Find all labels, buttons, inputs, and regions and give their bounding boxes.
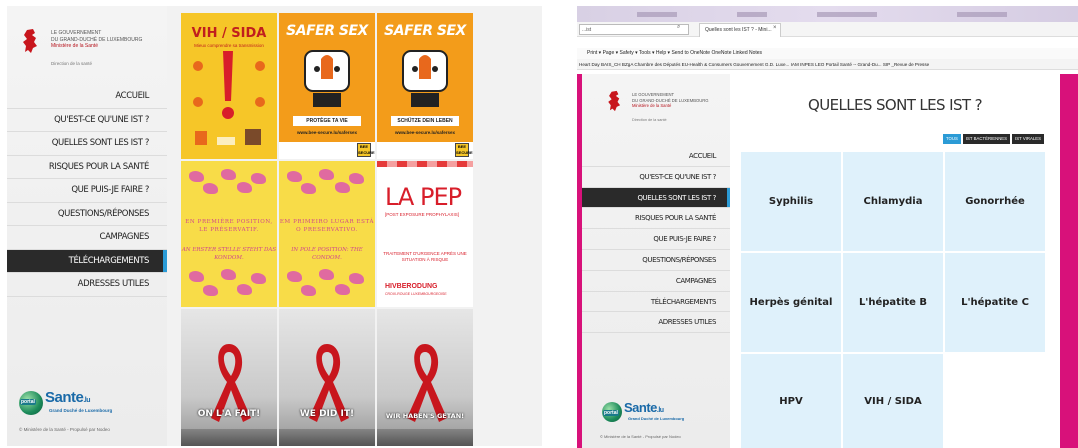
virus-icon [193, 97, 203, 107]
menu-item-risques[interactable]: RISQUES POUR LA SANTÉ [7, 156, 167, 179]
menu-item-adresses[interactable]: ADRESSES UTILES [7, 273, 167, 297]
gov-header[interactable]: LE GOUVERNEMENT DU GRAND-DUCHÉ DE LUXEMB… [606, 90, 726, 130]
filter-ist-bacteriennes[interactable]: IST BACTÉRIENNES [962, 134, 1011, 144]
virus-icon [255, 61, 265, 71]
menu-item-questions[interactable]: QUESTIONS/RÉPONSES [7, 203, 167, 226]
tab-quelles-sont-les-ist[interactable]: Quelles sont les IST ? - Mini... [699, 23, 781, 37]
main-menu: ACCUEIL QU'EST-CE QU'UNE IST ? QUELLES S… [7, 85, 167, 297]
poster-safer-sex-de[interactable]: SAFER SEX SCHÜTZE DEIN LEBEN www.bee-sec… [377, 13, 473, 159]
poster-wir-habens-getan[interactable]: WIR HABEN'S GETAN! [377, 309, 473, 446]
figures-illustration [279, 167, 375, 195]
screenshot: LE GOUVERNEMENT DU GRAND-DUCHÉ DE LUXEMB… [0, 0, 1078, 448]
figures-illustration [279, 267, 375, 296]
menu-item-questions[interactable]: QUESTIONS/RÉPONSES [582, 250, 730, 271]
search-icon[interactable]: ⌕ [677, 24, 680, 31]
favorites-bar[interactable]: Heart Day BAIS_CH BZgA Chambre des Déput… [577, 59, 1078, 70]
sponsor-logos: BEE SECURE [377, 142, 473, 159]
poster-on-la-fait[interactable]: ON L'A FAIT! [181, 309, 277, 446]
downloads-page: LE GOUVERNEMENT DU GRAND-DUCHÉ DE LUXEMB… [7, 6, 542, 446]
virus-icon [193, 61, 203, 71]
address-row: ...ist ⌕ Quelles sont les IST ? - Mini..… [577, 22, 1078, 37]
menu-item-accueil[interactable]: ACCUEIL [7, 85, 167, 109]
filter-tous[interactable]: TOUS [942, 134, 961, 144]
direction-label: Direction de la santé [632, 118, 667, 122]
virus-icon [255, 97, 265, 107]
ist-tile-vih-sida[interactable]: VIH / SIDA [843, 354, 943, 448]
sante-lu-logo[interactable]: portal Sante.lu Grand Duché de Luxembour… [602, 400, 722, 430]
direction-label: Direction de la santé [51, 61, 93, 66]
ist-page: LE GOUVERNEMENT DU GRAND-DUCHÉ DE LUXEMB… [582, 74, 1060, 448]
copyright: © Ministère de la Santé - Propulsé par N… [600, 434, 681, 439]
tab-close-icon[interactable]: × [773, 25, 777, 31]
main-content: QUELLES SONT LES IST ? TOUS IST BACTÉRIE… [730, 74, 1060, 448]
mascot-icon [304, 50, 350, 107]
sidebar: LE GOUVERNEMENT DU GRAND-DUCHÉ DE LUXEMB… [7, 6, 167, 446]
menu-item-campagnes[interactable]: CAMPAGNES [7, 226, 167, 250]
lion-crest-icon [608, 90, 621, 112]
copyright: © Ministère de la Santé - Propulsé par N… [19, 427, 110, 432]
menu-item-quelles-ist[interactable]: QUELLES SONT LES IST ? [582, 187, 730, 209]
ist-tile-syphilis[interactable]: Syphilis [741, 152, 841, 251]
poster-preservatif-fr-de[interactable]: EN PREMIÈRE POSITION, LE PRÉSERVATIF. AN… [181, 161, 277, 307]
menu-item-risques[interactable]: RISQUES POUR LA SANTÉ [582, 208, 730, 230]
page-title: QUELLES SONT LES IST ? [808, 96, 983, 114]
address-bar[interactable]: ...ist [579, 24, 689, 35]
sante-lu-logo[interactable]: portal Sante.lu Grand Duché de Luxembour… [19, 389, 159, 429]
lion-crest-icon [23, 29, 37, 53]
ist-tile-herpes[interactable]: Herpès génital [741, 253, 841, 352]
browser-window: ...ist ⌕ Quelles sont les IST ? - Mini..… [577, 6, 1078, 448]
ist-tile-hpv[interactable]: HPV [741, 354, 841, 448]
menu-item-accueil[interactable]: ACCUEIL [582, 146, 730, 167]
gov-header[interactable]: LE GOUVERNEMENT DU GRAND-DUCHÉ DE LUXEMB… [21, 28, 161, 78]
poster-we-did-it[interactable]: WE DID IT! [279, 309, 375, 446]
figures-illustration [181, 267, 277, 296]
gov-name: LE GOUVERNEMENT DU GRAND-DUCHÉ DE LUXEMB… [51, 30, 143, 49]
filter-ist-virales[interactable]: IST VIRALES [1012, 134, 1044, 144]
mascot-icon [402, 50, 448, 107]
menu-item-telechargements[interactable]: TÉLÉCHARGEMENTS [7, 249, 167, 273]
command-bar[interactable]: Print ▾ Page ▾ Safety ▾ Tools ▾ Help ▾ S… [577, 48, 1078, 59]
window-titlebar [577, 6, 1078, 22]
poster-preservatif-pt-en[interactable]: EM PRIMEIRO LUGAR ESTÁ O PRESERVATIVO. I… [279, 161, 375, 307]
ist-tile-chlamydia[interactable]: Chlamydia [843, 152, 943, 251]
filter-buttons: TOUS IST BACTÉRIENNES IST VIRALES [941, 134, 1044, 144]
gov-name: LE GOUVERNEMENT DU GRAND-DUCHÉ DE LUXEMB… [632, 92, 709, 108]
poster-vih-sida[interactable]: VIH / SIDA Mieux comprendre sa transmiss… [181, 13, 277, 159]
exclamation-icon [222, 51, 234, 119]
menu-item-telechargements[interactable]: TÉLÉCHARGEMENTS [582, 292, 730, 313]
sidebar: LE GOUVERNEMENT DU GRAND-DUCHÉ DE LUXEMB… [582, 74, 730, 448]
ist-tile-gonorrhee[interactable]: Gonorrhée [945, 152, 1045, 251]
menu-item-quest-ce[interactable]: QU'EST-CE QU'UNE IST ? [7, 109, 167, 132]
ist-tile-hepatite-c[interactable]: L'hépatite C [945, 253, 1045, 352]
sponsor-logos: BEE SECURE [279, 142, 375, 159]
items-illustration [195, 129, 261, 145]
figures-illustration [181, 167, 277, 195]
poster-la-pep[interactable]: LA PEP [POST EXPOSURE PROPHYLAXIS] TRAIT… [377, 161, 473, 307]
ist-tile-hepatite-b[interactable]: L'hépatite B [843, 253, 943, 352]
menu-item-quest-ce[interactable]: QU'EST-CE QU'UNE IST ? [582, 167, 730, 188]
poster-safer-sex-fr[interactable]: SAFER SEX PROTÈGE TA VIE www.bee-secure.… [279, 13, 375, 159]
menu-item-que-faire[interactable]: QUE PUIS-JE FAIRE ? [582, 229, 730, 250]
main-menu: ACCUEIL QU'EST-CE QU'UNE IST ? QUELLES S… [582, 146, 730, 334]
menu-item-adresses[interactable]: ADRESSES UTILES [582, 312, 730, 334]
menu-item-quelles-ist[interactable]: QUELLES SONT LES IST ? [7, 132, 167, 156]
red-ribbon-icon [407, 344, 447, 422]
menu-item-campagnes[interactable]: CAMPAGNES [582, 271, 730, 292]
menu-item-que-faire[interactable]: QUE PUIS-JE FAIRE ? [7, 179, 167, 203]
